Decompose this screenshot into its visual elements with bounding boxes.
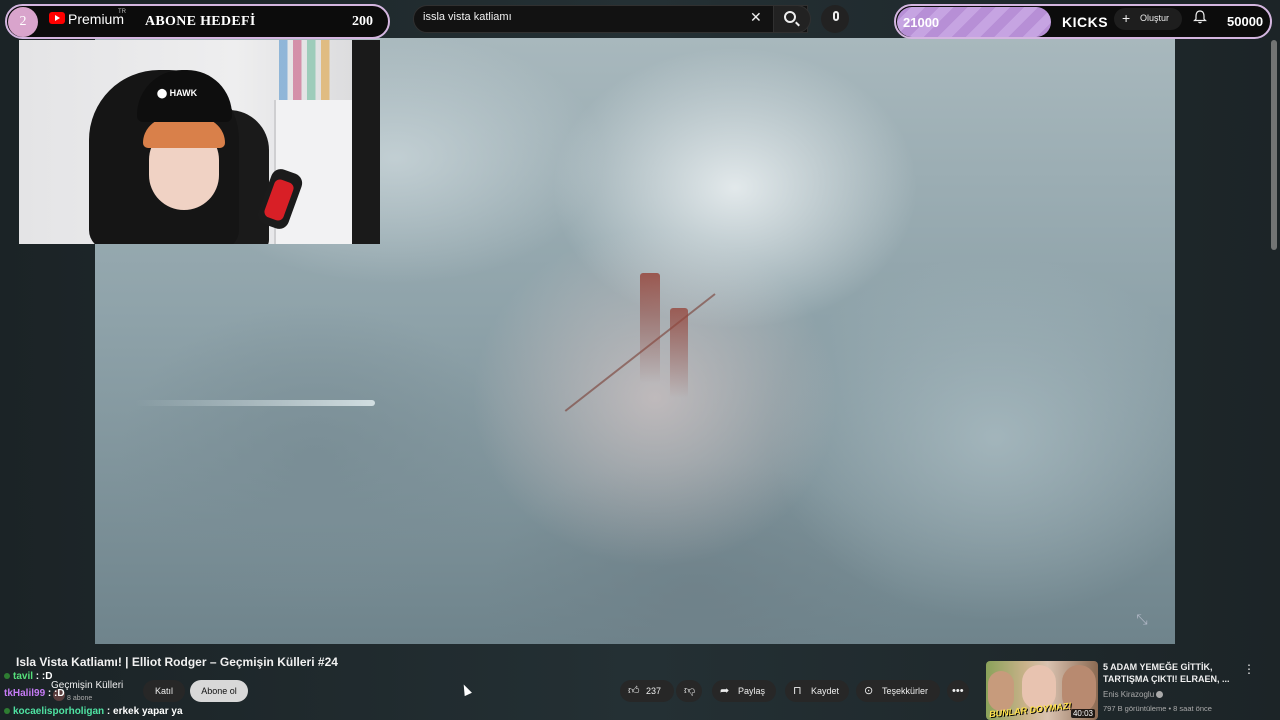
recommendation-meta: 797 B görüntüleme • 8 saat önce [1103, 704, 1212, 713]
bookmark-icon: ⊓ [793, 685, 802, 697]
share-button[interactable]: ➦ Paylaş [712, 680, 776, 702]
chat-message: kocaelisporholigan : erkek yapar ya [4, 706, 183, 717]
more-actions-button[interactable]: ••• [947, 680, 969, 702]
chat-text: : erkek yapar ya [106, 706, 183, 717]
kicks-label: KICKS [1062, 14, 1109, 30]
premium-region: TR [118, 9, 126, 15]
thumbnail-person [988, 671, 1014, 711]
search-icon[interactable] [784, 11, 796, 23]
verified-icon [1156, 691, 1164, 699]
chat-username: kocaelisporholigan [13, 706, 105, 717]
plus-icon[interactable]: + [1122, 10, 1130, 26]
chat-username: tavil [13, 671, 34, 682]
goal-target: 200 [352, 14, 373, 29]
youtube-logo-icon [49, 12, 65, 24]
kicks-target: 50000 [1227, 14, 1264, 29]
share-icon: ➦ [720, 685, 730, 697]
dislike-button[interactable]: 👎︎ [676, 680, 702, 702]
save-button[interactable]: ⊓ Kaydet [785, 680, 849, 702]
bridge-tower [640, 273, 660, 383]
chat-badge-icon [4, 673, 10, 679]
recommendation-title[interactable]: 5 ADAM YEMEĞE GİTTİK, TARTIŞMA ÇIKTI! EL… [1103, 661, 1233, 685]
thanks-button[interactable]: ⊙ Teşekkürler [856, 680, 940, 702]
goal-current-count: 2 [8, 7, 38, 37]
subscribe-button[interactable]: Abone ol [190, 680, 248, 702]
bridge-tower [670, 308, 688, 398]
chat-username: tkHalil99 [4, 688, 46, 699]
join-button[interactable]: Katıl [143, 680, 185, 702]
more-vertical-icon[interactable]: ⋮ [1243, 662, 1255, 676]
search-input[interactable] [423, 11, 743, 23]
video-duration: 40:03 [1070, 709, 1095, 718]
close-icon[interactable]: ✕ [750, 9, 762, 26]
chat-message: tkHalil99 : :D [4, 688, 65, 699]
share-label: Paylaş [738, 686, 766, 696]
create-label[interactable]: Oluştur [1140, 13, 1169, 23]
webcam-overlay: ⬤ HAWK [19, 40, 380, 244]
thumbs-down-icon: 👎︎ [684, 685, 696, 697]
recommendation-channel-name: Enis Kirazoglu [1103, 690, 1155, 699]
recommendation-channel[interactable]: Enis Kirazoglu [1103, 690, 1164, 699]
chat-text: : :D [47, 688, 65, 699]
cap-logo: ⬤ HAWK [157, 88, 198, 98]
chat-text: : :D [35, 671, 53, 682]
chat-badge-icon [4, 708, 10, 714]
save-label: Kaydet [811, 686, 840, 696]
video-title: Isla Vista Katliamı! | Elliot Rodger – G… [16, 655, 338, 669]
mic-icon[interactable] [833, 11, 839, 21]
page-scrollbar[interactable] [1271, 40, 1277, 250]
miniplayer-icon[interactable]: ⤡ [1131, 608, 1153, 630]
recommendation-thumbnail[interactable]: BUNLAR DOYMAZ! 40:03 [986, 661, 1098, 720]
more-horizontal-icon: ••• [952, 685, 964, 697]
kicks-current: 21000 [903, 15, 940, 30]
boat-wake [135, 400, 375, 406]
streamer-hair [143, 118, 225, 148]
webcam-edge [352, 40, 380, 244]
bell-icon[interactable] [1193, 10, 1207, 24]
like-button[interactable]: 👍︎ 237 [620, 680, 674, 702]
thumbs-up-icon: 👍︎ [628, 685, 640, 697]
premium-label: Premium [68, 11, 125, 27]
shelf-bottles [279, 40, 349, 100]
thanks-label: Teşekkürler [882, 686, 929, 696]
thanks-icon: ⊙ [864, 685, 874, 697]
like-count: 237 [646, 686, 662, 696]
subscriber-count: 8 abone [67, 695, 93, 702]
goal-label: ABONE HEDEFİ [145, 14, 256, 29]
chat-message: tavil : :D [4, 671, 52, 682]
